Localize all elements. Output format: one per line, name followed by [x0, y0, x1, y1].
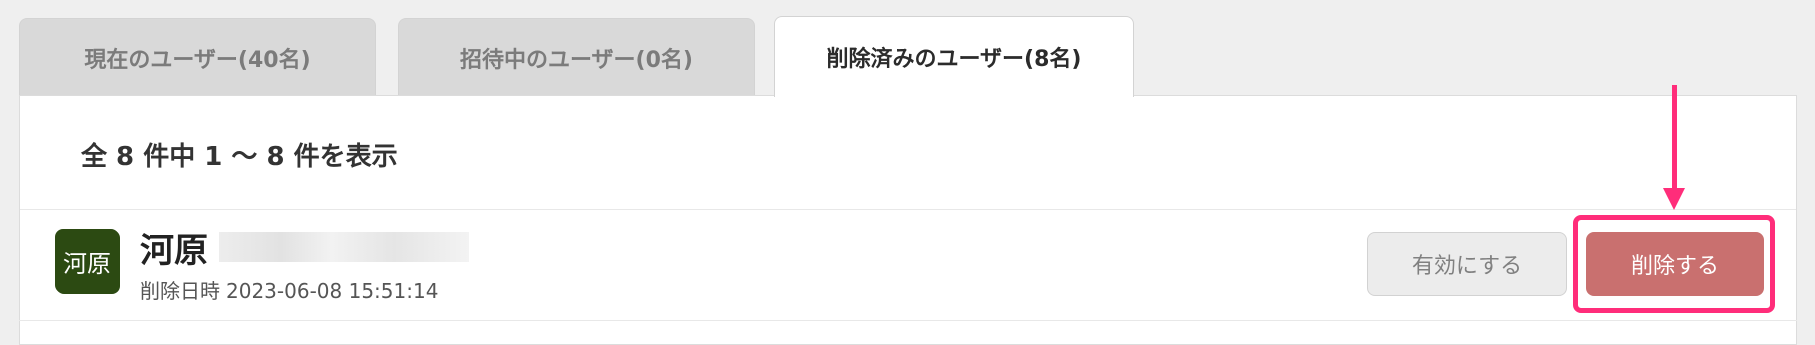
user-name: 河原: [140, 231, 208, 271]
deleted-at-label: 削除日時: [140, 279, 220, 303]
tab-deleted-users[interactable]: 削除済みのユーザー(8名): [774, 16, 1134, 97]
user-avatar: 河原: [55, 229, 119, 293]
redacted-name: [219, 232, 469, 262]
tab-invited-users[interactable]: 招待中のユーザー(0名): [398, 18, 755, 96]
deleted-timestamp: 削除日時 2023-06-08 15:51:14: [140, 275, 438, 304]
user-tabs: 現在のユーザー(40名) 招待中のユーザー(0名) 削除済みのユーザー(8名): [0, 0, 1815, 97]
deleted-at-value: 2023-06-08 15:51:14: [226, 279, 439, 303]
divider: [20, 209, 1796, 210]
deleted-users-panel: 全 8 件中 1 〜 8 件を表示 河原: [19, 95, 1797, 345]
tab-current-users[interactable]: 現在のユーザー(40名): [19, 18, 376, 96]
result-count: 全 8 件中 1 〜 8 件を表示: [81, 142, 398, 172]
delete-highlight-box: [1573, 215, 1775, 313]
arrow-head-icon: [1663, 188, 1685, 210]
annotation-arrow: [1672, 85, 1677, 193]
row-divider: [19, 320, 1797, 321]
enable-button[interactable]: 有効にする: [1367, 232, 1567, 296]
